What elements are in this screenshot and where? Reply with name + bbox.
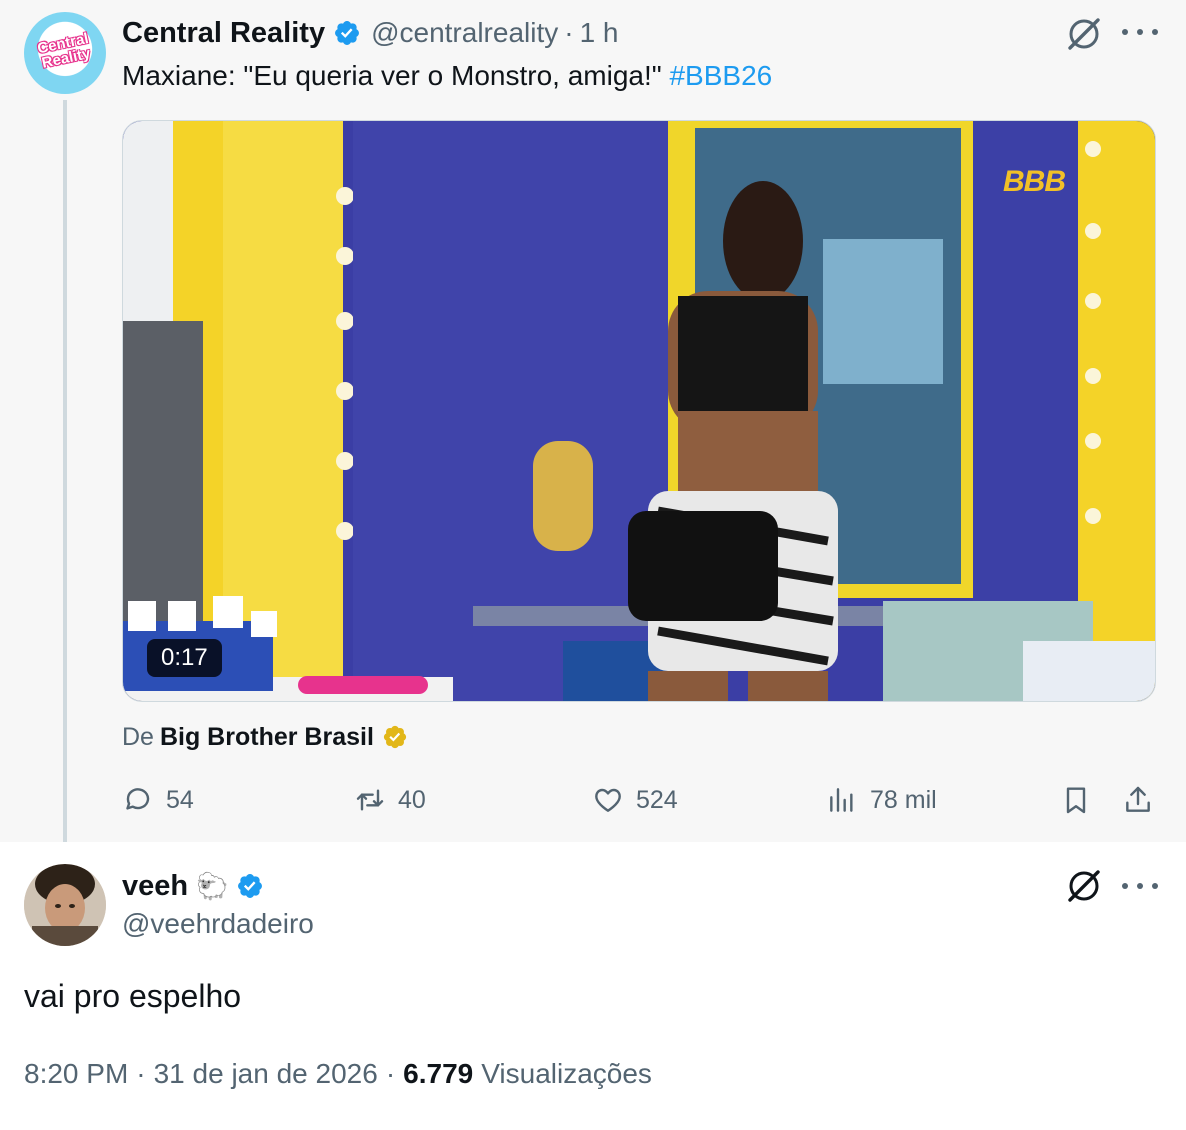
source-prefix: De	[122, 722, 154, 751]
action-bar: 54 40 524 78 mil	[0, 778, 1186, 822]
tweet-header: Central Reality @centralreality · 1 h	[122, 14, 619, 52]
author-name[interactable]: Central Reality	[122, 17, 325, 50]
grok-icon[interactable]	[1064, 866, 1104, 906]
thread-line	[63, 100, 67, 842]
gold-verified-badge-icon	[383, 725, 407, 749]
author-handle[interactable]: @centralreality	[371, 17, 558, 49]
reply-views-count: 6.779	[403, 1058, 474, 1089]
tweet-body: Maxiane: "Eu queria ver o Monstro, amiga…	[122, 60, 662, 91]
bookmark-button[interactable]	[1060, 778, 1104, 822]
video-player[interactable]: BBB 0:17	[122, 120, 1156, 702]
source-name[interactable]: Big Brother Brasil	[160, 723, 374, 752]
repost-count: 40	[398, 785, 426, 814]
author-avatar[interactable]: Central Reality	[24, 12, 106, 94]
reply-text: vai pro espelho	[24, 978, 242, 1014]
separator-dot: ·	[385, 1058, 396, 1089]
views-count: 78 mil	[870, 785, 937, 814]
reply-author-avatar[interactable]	[24, 864, 106, 946]
bookmark-icon	[1066, 787, 1086, 814]
reply-author-handle[interactable]: @veehrdadeiro	[122, 908, 314, 940]
repost-button[interactable]: 40	[354, 778, 426, 822]
reply-icon	[126, 788, 150, 810]
share-button[interactable]	[1122, 778, 1166, 822]
tweet-time[interactable]: 1 h	[580, 17, 619, 49]
reply-meta: 8:20 PM · 31 de jan de 2026 · 6.779 Visu…	[24, 1058, 652, 1090]
video-frame	[123, 121, 1155, 701]
separator-dot: ·	[564, 17, 574, 48]
share-icon	[1126, 786, 1150, 812]
reply-date[interactable]: 31 de jan de 2026	[154, 1058, 378, 1090]
reply-time[interactable]: 8:20 PM	[24, 1058, 128, 1090]
reply-tweet[interactable]: veeh 🐑 @veehrdadeiro vai pro espelho 8:2…	[0, 842, 1186, 1130]
avatar-photo	[24, 864, 106, 946]
more-icon[interactable]	[1122, 26, 1158, 38]
like-icon	[595, 788, 621, 812]
tweet-text: Maxiane: "Eu queria ver o Monstro, amiga…	[122, 56, 772, 96]
more-icon[interactable]	[1122, 880, 1158, 892]
hashtag-link[interactable]: #BBB26	[669, 60, 772, 91]
reply-views-label: Visualizações	[481, 1058, 652, 1089]
reply-header: veeh 🐑	[122, 866, 264, 906]
parent-tweet[interactable]: Central Reality Central Reality @central…	[0, 0, 1186, 842]
views-icon	[830, 788, 853, 812]
reply-button[interactable]: 54	[122, 778, 194, 822]
bbb-watermark: BBB	[1003, 165, 1066, 198]
reply-author-name[interactable]: veeh	[122, 870, 188, 903]
video-duration: 0:17	[147, 639, 222, 677]
reply-count: 54	[166, 785, 194, 814]
verified-badge-icon	[238, 874, 263, 898]
video-source: De Big Brother Brasil	[122, 718, 408, 756]
like-count: 524	[636, 785, 678, 814]
avatar-logo: Central Reality	[35, 30, 92, 72]
verified-badge-icon	[335, 21, 360, 45]
sheep-emoji: 🐑	[196, 870, 229, 901]
separator-dot: ·	[136, 1058, 146, 1089]
like-button[interactable]: 524	[592, 778, 678, 822]
repost-icon	[356, 789, 384, 811]
grok-icon[interactable]	[1064, 14, 1104, 54]
views-button[interactable]: 78 mil	[826, 778, 937, 822]
